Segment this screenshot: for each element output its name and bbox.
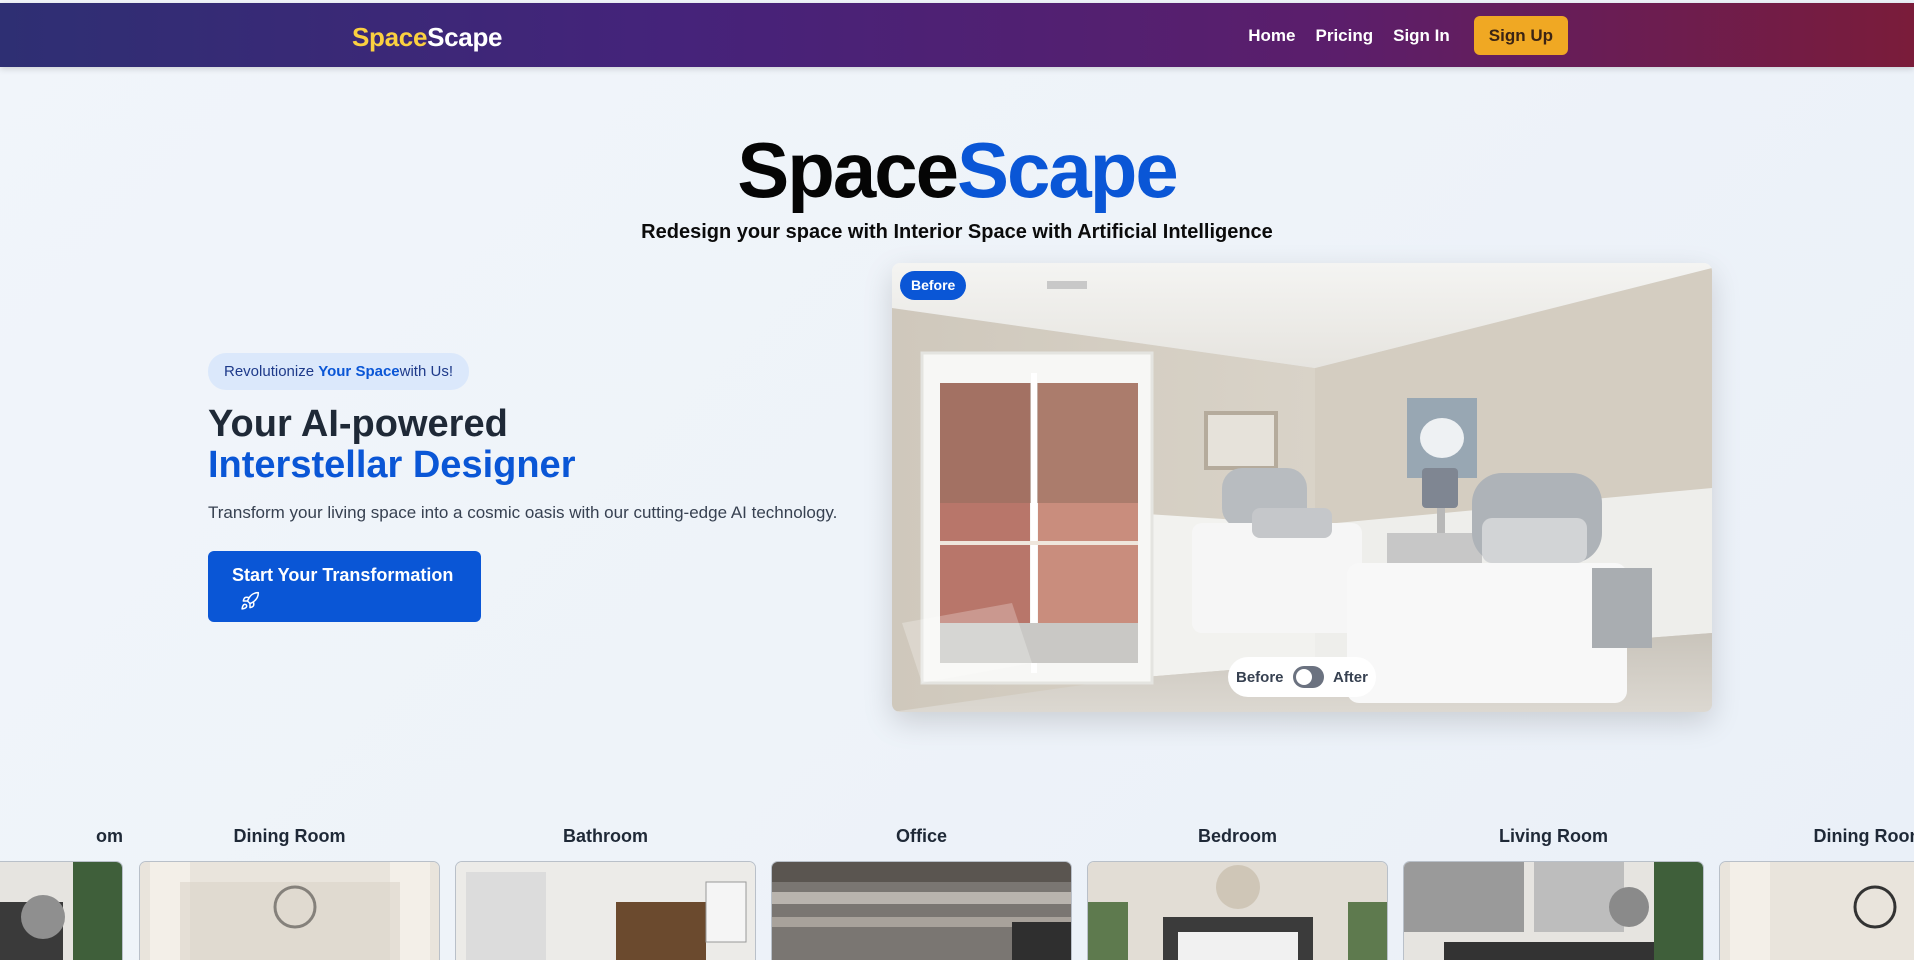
room-card-title: Dining Room xyxy=(1813,826,1914,846)
room-card-bedroom[interactable]: Bedroom xyxy=(1087,826,1388,960)
logo-scape: Scape xyxy=(427,22,503,52)
start-transformation-button[interactable]: Start Your Transformation xyxy=(208,551,481,622)
pill-highlight-text: Your Space xyxy=(318,363,400,380)
before-after-toggle: Before After xyxy=(1228,657,1376,697)
nav-home-link[interactable]: Home xyxy=(1248,26,1295,46)
room-card-office[interactable]: Office xyxy=(771,826,1072,960)
headline-line-1: Your AI-powered xyxy=(208,403,508,445)
intro-headline: Your AI-powered Interstellar Designer xyxy=(208,404,575,486)
intro-description: Transform your living space into a cosmi… xyxy=(208,503,838,522)
headline-line-2: Interstellar Designer xyxy=(208,444,576,486)
room-thumbnail xyxy=(455,861,756,960)
nav-links: Home Pricing Sign In Sign Up xyxy=(1248,16,1568,55)
top-navbar: SpaceScape Home Pricing Sign In Sign Up xyxy=(0,3,1914,67)
room-card-title: Bathroom xyxy=(563,826,648,846)
before-after-switch[interactable] xyxy=(1292,666,1324,688)
pill-post-text: with Us! xyxy=(399,363,453,380)
room-card-living-room[interactable]: Living Room xyxy=(1403,826,1704,960)
room-thumbnail xyxy=(1719,861,1914,960)
hero-title-space: Space xyxy=(737,126,959,214)
room-card-living-room-partial[interactable]: om xyxy=(0,826,123,960)
pill-pre-text: Revolutionize xyxy=(224,363,319,380)
room-card-title-text: om xyxy=(96,826,123,846)
cta-label: Start Your Transformation xyxy=(232,565,454,585)
switch-knob xyxy=(1295,669,1312,685)
room-card-title: Living Room xyxy=(1499,826,1608,846)
room-thumbnail xyxy=(1403,861,1704,960)
room-thumbnail xyxy=(0,861,123,960)
room-card-title: om xyxy=(0,826,123,848)
room-card-dining-room[interactable]: Dining Room xyxy=(139,826,440,960)
room-card-title: Bedroom xyxy=(1197,826,1277,846)
signup-button[interactable]: Sign Up xyxy=(1473,16,1568,55)
room-card-title: Office xyxy=(895,826,947,846)
room-thumbnail xyxy=(1087,861,1388,960)
room-card-dining-room-partial[interactable]: Dining Room xyxy=(1719,826,1914,960)
before-badge: Before xyxy=(900,271,967,300)
room-thumbnail xyxy=(771,861,1072,960)
logo-space: Space xyxy=(352,22,428,52)
room-thumbnail xyxy=(139,861,440,960)
rocket-icon xyxy=(240,591,457,616)
room-card-title: Dining Room xyxy=(233,826,346,846)
site-logo[interactable]: SpaceScape xyxy=(352,22,503,53)
room-type-carousel: om Dining Room Bathroom Office Bedroom L… xyxy=(0,826,1914,960)
nav-signin-link[interactable]: Sign In xyxy=(1393,26,1450,46)
hero-subtitle: Redesign your space with Interior Space … xyxy=(641,221,1273,243)
hero-title: SpaceScape xyxy=(0,120,1914,220)
toggle-after-label: After xyxy=(1332,668,1368,686)
room-preview-image[interactable]: Before Before After xyxy=(892,263,1712,712)
toggle-before-label: Before xyxy=(1236,668,1284,686)
room-card-bathroom[interactable]: Bathroom xyxy=(455,826,756,960)
bedroom-photo xyxy=(892,263,1712,712)
nav-pricing-link[interactable]: Pricing xyxy=(1315,26,1373,46)
hero-title-scape: Scape xyxy=(957,126,1179,214)
tagline-pill: Revolutionize Your Spacewith Us! xyxy=(208,353,469,390)
